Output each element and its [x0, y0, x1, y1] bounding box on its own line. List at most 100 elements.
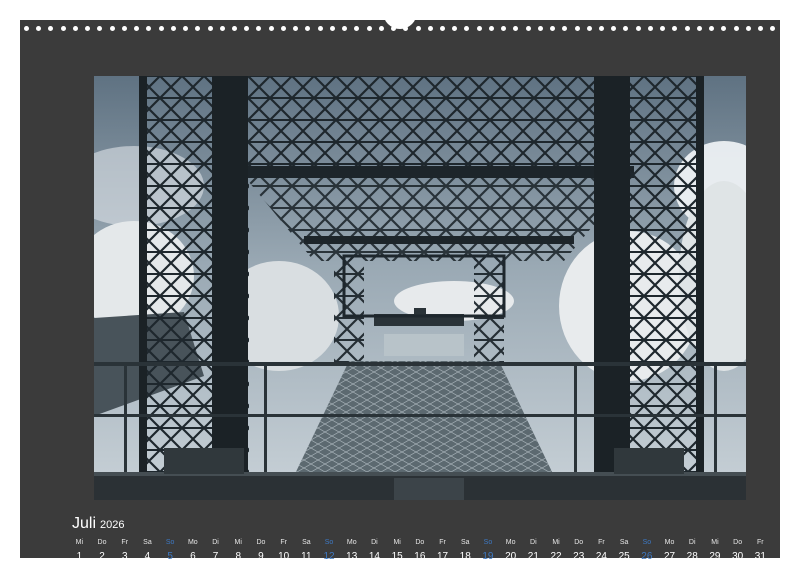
- day-cell: Mi 29: [704, 538, 727, 566]
- calendar-sheet: Juli 2026 Mi 1 Do 2 Fr 3 Sa 4 So 5 Mo 6 Di 7 Mi 8 Do 9 Fr 10…: [20, 20, 780, 562]
- binding-hole: [770, 25, 776, 31]
- day-number: 29: [709, 551, 721, 562]
- day-number: 7: [212, 551, 219, 562]
- weekday-label: Do: [256, 539, 266, 546]
- weekday-label: Mo: [346, 539, 357, 546]
- binding-hole: [476, 25, 482, 31]
- day-cell: Mo 6: [182, 538, 205, 566]
- month-title: Juli 2026: [72, 515, 125, 533]
- infrared-photo-ship-lift: [94, 76, 746, 500]
- year-label: 2026: [100, 519, 125, 531]
- weekday-label: Di: [688, 539, 696, 546]
- day-cell: Do 2: [91, 538, 114, 566]
- binding-hole: [599, 25, 605, 31]
- binding-hole: [317, 25, 323, 31]
- month-name: Juli: [72, 515, 97, 532]
- day-cell: Mo 13: [340, 538, 363, 566]
- binding-hole: [635, 25, 641, 31]
- binding-hole: [183, 25, 189, 31]
- binding-hole: [464, 25, 470, 31]
- day-cell: So 5: [159, 538, 182, 566]
- day-number: 5: [167, 551, 173, 562]
- weekday-label: So: [324, 539, 334, 546]
- day-number: 18: [459, 551, 471, 562]
- weekday-label: Do: [574, 539, 584, 546]
- day-number: 15: [391, 551, 403, 562]
- weekday-label: Sa: [302, 539, 311, 546]
- weekday-label: Fr: [121, 539, 129, 546]
- binding-hole: [672, 25, 678, 31]
- weekday-label: So: [483, 539, 493, 546]
- binding-hole: [85, 25, 91, 31]
- binding-hole: [488, 25, 494, 31]
- weekday-label: Fr: [598, 539, 605, 546]
- day-cell: Mo 27: [658, 538, 681, 566]
- weekday-label: Di: [530, 539, 537, 546]
- day-cell: Di 21: [522, 538, 545, 566]
- day-cell: Fr 3: [113, 538, 136, 566]
- binding-hole: [623, 25, 629, 31]
- day-cell: Fr 10: [272, 538, 295, 566]
- weekday-label: Mi: [711, 539, 719, 546]
- weekday-label: Di: [371, 539, 378, 546]
- binding-hole: [207, 25, 213, 31]
- day-number: 12: [323, 551, 335, 562]
- day-number: 31: [754, 551, 766, 562]
- binding-hole: [415, 25, 421, 31]
- day-cell: Sa 18: [454, 538, 477, 566]
- binding-hole: [195, 25, 201, 31]
- day-number: 30: [732, 551, 744, 562]
- day-cell: Di 28: [681, 538, 704, 566]
- binding-hole: [660, 25, 666, 31]
- day-number: 19: [482, 551, 494, 562]
- binding-hole: [170, 25, 176, 31]
- binding-hole: [452, 25, 458, 31]
- weekday-label: Do: [733, 539, 743, 546]
- binding-hole: [280, 25, 286, 31]
- binding-hole: [60, 25, 66, 31]
- binding-hole: [305, 25, 311, 31]
- day-number: 10: [278, 551, 290, 562]
- binding-hole: [721, 25, 727, 31]
- day-cell: Mi 8: [227, 538, 250, 566]
- binding-hole: [586, 25, 592, 31]
- binding-hole: [109, 25, 115, 31]
- weekday-label: Mi: [552, 539, 560, 546]
- day-cell: Mi 1: [68, 538, 91, 566]
- binding-hole: [48, 25, 54, 31]
- weekday-label: Mi: [75, 539, 84, 546]
- binding-hole: [427, 25, 433, 31]
- binding-hole: [366, 25, 372, 31]
- day-cell: So 26: [636, 538, 659, 566]
- binding-hole: [378, 25, 384, 31]
- binding-hole: [684, 25, 690, 31]
- binding-hole: [36, 25, 42, 31]
- day-number: 14: [368, 551, 380, 562]
- weekday-label: Di: [212, 539, 219, 546]
- binding-hole: [696, 25, 702, 31]
- binding-hole: [709, 25, 715, 31]
- binding-hole: [550, 25, 556, 31]
- day-number: 13: [346, 551, 358, 562]
- day-cell: Di 7: [204, 538, 227, 566]
- binding-hole: [72, 25, 78, 31]
- binding-hole: [647, 25, 653, 31]
- day-number: 9: [258, 551, 264, 562]
- weekday-label: Fr: [757, 539, 764, 546]
- day-cell: Do 30: [726, 538, 749, 566]
- binding-hole: [97, 25, 103, 31]
- binding-hole: [525, 25, 531, 31]
- day-number: 11: [301, 551, 312, 562]
- weekday-label: Mo: [505, 539, 516, 546]
- binding-hole: [256, 25, 262, 31]
- weekday-label: Sa: [460, 539, 470, 546]
- binding-hole: [342, 25, 348, 31]
- photo-illustration: [94, 76, 746, 500]
- binding-hole: [158, 25, 164, 31]
- weekday-label: Mo: [187, 539, 198, 546]
- day-number: 6: [190, 551, 196, 562]
- weekday-label: Mi: [393, 539, 401, 546]
- day-cell: Fr 24: [590, 538, 613, 566]
- day-number: 2: [99, 551, 105, 562]
- binding-hole: [231, 25, 237, 31]
